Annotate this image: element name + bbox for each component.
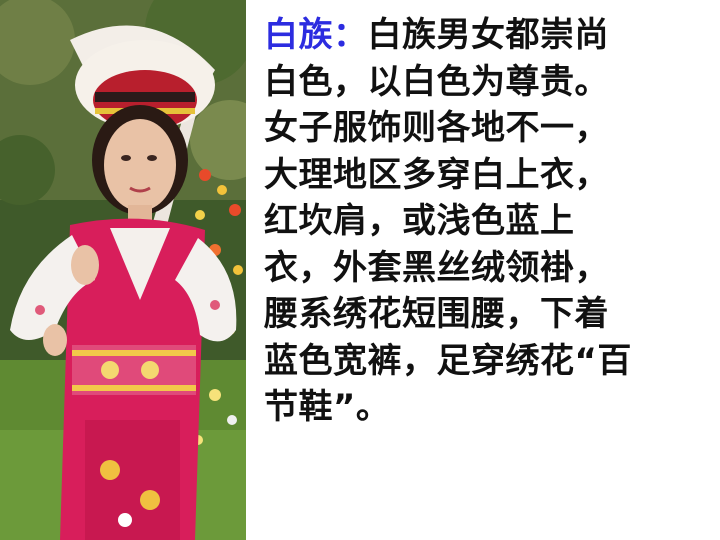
text-line-6: 衣，外套黑丝绒领褂，	[264, 247, 609, 288]
description-text: 白族：白族男女都崇尚 白色，以白色为尊贵。 女子服饰则各地不一， 大理地区多穿白…	[264, 12, 714, 431]
text-line-4: 大理地区多穿白上衣，	[264, 154, 609, 195]
heading-bai-ethnic-group: 白族：	[264, 15, 368, 55]
slide: 白族：白族男女都崇尚 白色，以白色为尊贵。 女子服饰则各地不一， 大理地区多穿白…	[0, 0, 720, 540]
photo-illustration	[0, 0, 246, 540]
text-line-2: 白色，以白色为尊贵。	[264, 61, 609, 102]
text-line-7: 腰系绣花短围腰，下着	[264, 294, 609, 334]
text-line-8: 蓝色宽裤，足穿绣花“百	[264, 340, 632, 381]
text-line-9: 节鞋”。	[264, 387, 391, 427]
text-line-5: 红坎肩，或浅色蓝上	[264, 201, 575, 241]
text-line-3: 女子服饰则各地不一，	[264, 108, 609, 148]
bai-woman-photo	[0, 0, 246, 540]
text-line-1-body: 白族男女都崇尚	[367, 15, 609, 55]
text-line-1: 白族：白族男女都崇尚	[264, 12, 714, 59]
